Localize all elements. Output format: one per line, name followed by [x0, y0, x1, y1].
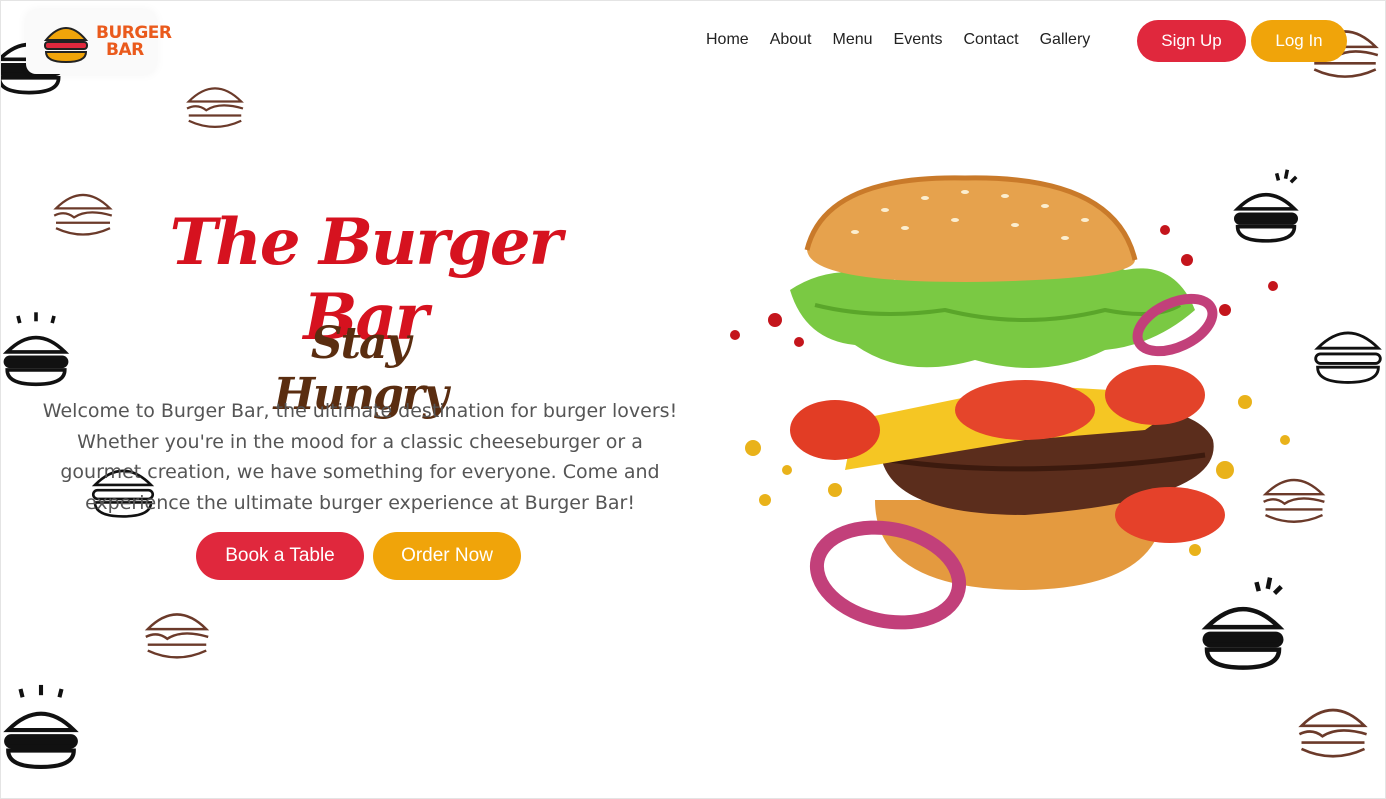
- nav-gallery[interactable]: Gallery: [1040, 31, 1091, 49]
- burger-doodle-icon: [178, 70, 252, 140]
- burger-doodle-icon: [46, 176, 120, 248]
- brand-line2: BAR: [106, 40, 144, 60]
- burger-doodle-icon: [1288, 688, 1378, 772]
- brand-name: BURGER BAR: [96, 25, 172, 59]
- burger-logo-icon: [42, 18, 90, 66]
- book-table-button[interactable]: Book a Table: [196, 532, 364, 580]
- nav-about[interactable]: About: [770, 31, 812, 49]
- nav-home[interactable]: Home: [706, 31, 749, 49]
- log-in-button[interactable]: Log In: [1251, 20, 1347, 62]
- burger-doodle-icon: [1310, 312, 1386, 392]
- nav-menu[interactable]: Menu: [833, 31, 873, 49]
- brand-logo[interactable]: BURGER BAR: [26, 10, 172, 74]
- nav-contact[interactable]: Contact: [963, 31, 1018, 49]
- hero-description: Welcome to Burger Bar, the ultimate dest…: [42, 400, 678, 514]
- burger-doodle-icon: [136, 594, 218, 672]
- order-now-button[interactable]: Order Now: [373, 532, 521, 580]
- burger-hero-image: [725, 170, 1315, 640]
- nav-events[interactable]: Events: [894, 31, 943, 49]
- sign-up-button[interactable]: Sign Up: [1137, 20, 1246, 62]
- burger-doodle-icon: [0, 306, 72, 396]
- burger-doodle-icon: [0, 678, 82, 780]
- main-nav: Home About Menu Events Contact Gallery: [706, 31, 1111, 49]
